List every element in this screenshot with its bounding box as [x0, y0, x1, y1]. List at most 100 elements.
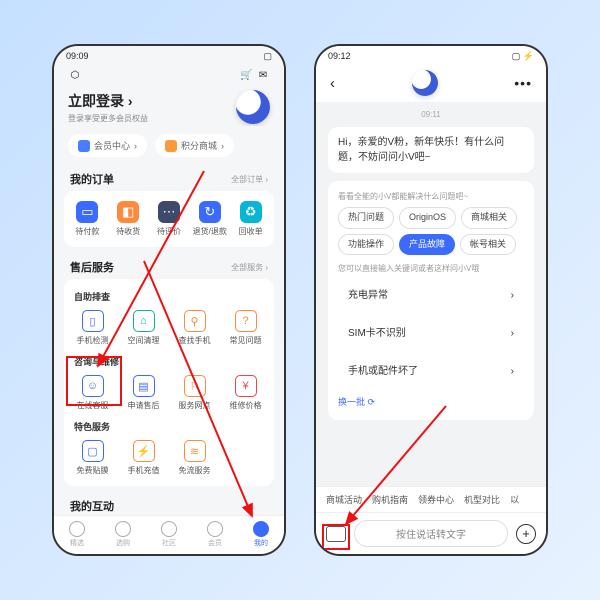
- back-icon[interactable]: ‹: [330, 75, 335, 92]
- diamond-icon: [78, 140, 90, 152]
- clean-icon: ⌂: [133, 310, 155, 332]
- price-icon: ¥: [235, 375, 257, 397]
- plus-icon[interactable]: +: [516, 524, 536, 544]
- heart-icon: [69, 521, 85, 537]
- more-icon[interactable]: •••: [514, 75, 532, 91]
- quick-sim[interactable]: SIM卡不识别›: [338, 317, 524, 350]
- topics-hint: 看看全能的小V都能解决什么问题吧~: [338, 191, 524, 203]
- order-refund[interactable]: ↻退货/退款: [190, 199, 229, 239]
- order-recycle[interactable]: ♻回收单: [231, 199, 270, 239]
- status-time: 09:09: [66, 51, 89, 62]
- login-text: 立即登录 › 登录享受更多会员权益: [68, 91, 148, 124]
- tab-bar: 精选 选购 社区 会员 我的: [54, 515, 284, 554]
- bag-icon: [115, 521, 131, 537]
- free-data[interactable]: ≋免流服务: [170, 438, 219, 478]
- login-row[interactable]: 立即登录 › 登录享受更多会员权益: [54, 88, 284, 126]
- phone-left: 09:09 ▢ ⬡ 🛒 ✉ 立即登录 › 登录享受更多会员权益 会员中心 › 积…: [52, 44, 286, 556]
- pill-points-mall[interactable]: 积分商城 ›: [155, 134, 234, 157]
- refresh-link[interactable]: 换一批 ⟳: [338, 394, 524, 412]
- quick-hint: 您可以直接输入关键词或者这样问小V哦: [338, 263, 524, 275]
- status-battery: ▢: [263, 51, 272, 62]
- hchip-coupon[interactable]: 领券中心: [418, 493, 454, 506]
- phone-detect[interactable]: ▯手机检测: [68, 308, 117, 348]
- tab-featured[interactable]: 精选: [69, 521, 85, 548]
- hchip-activity[interactable]: 商城活动: [326, 493, 362, 506]
- message-icon[interactable]: ✉: [256, 68, 270, 82]
- header: ⬡ 🛒 ✉: [54, 64, 284, 88]
- chip-hot[interactable]: 热门问题: [338, 207, 394, 229]
- tab-community[interactable]: 社区: [161, 521, 177, 548]
- service-title: 售后服务: [70, 259, 114, 275]
- hchip-guide[interactable]: 购机指南: [372, 493, 408, 506]
- online-service[interactable]: ☺在线客服: [68, 373, 117, 413]
- wallet-icon: ▭: [76, 201, 98, 223]
- hchip-more[interactable]: 以: [510, 493, 519, 506]
- faq[interactable]: ?常见问题: [221, 308, 270, 348]
- quick-broken[interactable]: 手机或配件坏了›: [338, 355, 524, 388]
- cart-icon[interactable]: 🛒: [239, 68, 253, 82]
- order-pending-pay[interactable]: ▭待付款: [68, 199, 107, 239]
- tab-shop[interactable]: 选购: [115, 521, 131, 548]
- settings-icon[interactable]: ⬡: [68, 68, 82, 82]
- chip-originos[interactable]: OriginOS: [399, 207, 456, 229]
- find-phone[interactable]: ⚲查找手机: [170, 308, 219, 348]
- interact-header: 我的互动: [64, 492, 274, 515]
- voice-input[interactable]: 按住说话转文字: [354, 520, 508, 547]
- recharge-icon: ⚡: [133, 440, 155, 462]
- input-row: 按住说话转文字 +: [316, 512, 546, 554]
- order-pending-review[interactable]: ⋯待评价: [150, 199, 189, 239]
- interact-title: 我的互动: [70, 498, 114, 514]
- chevron-right-icon: ›: [511, 364, 514, 379]
- chip-mall[interactable]: 商城相关: [461, 207, 517, 229]
- topics-bubble: 看看全能的小V都能解决什么问题吧~ 热门问题 OriginOS 商城相关 功能操…: [328, 181, 534, 420]
- service-more[interactable]: 全部服务 ›: [231, 262, 268, 273]
- chevron-right-icon: ›: [511, 288, 514, 303]
- repair-price[interactable]: ¥维修价格: [221, 373, 270, 413]
- quick-pills: 会员中心 › 积分商城 ›: [54, 126, 284, 165]
- avatar[interactable]: [236, 90, 270, 124]
- self-check-title: 自助排查: [68, 287, 270, 308]
- main-scroll[interactable]: 我的订单 全部订单 › ▭待付款 ◧待收货 ⋯待评价 ↻退货/退款 ♻回收单 售…: [54, 165, 284, 515]
- chat-icon: ⋯: [158, 201, 180, 223]
- community-icon: [161, 521, 177, 537]
- self-check-grid: ▯手机检测 ⌂空间清理 ⚲查找手机 ?常见问题: [68, 308, 270, 348]
- tab-mine[interactable]: 我的: [253, 521, 269, 548]
- topic-chips: 热门问题 OriginOS 商城相关 功能操作 产品故障 帐号相关: [338, 207, 524, 255]
- free-film[interactable]: ▢免费贴膜: [68, 438, 117, 478]
- phone-recharge[interactable]: ⚡手机充值: [119, 438, 168, 478]
- quick-charge[interactable]: 充电异常›: [338, 279, 524, 312]
- chip-function[interactable]: 功能操作: [338, 234, 394, 256]
- status-bar: 09:09 ▢: [54, 46, 284, 64]
- film-icon: ▢: [82, 440, 104, 462]
- phone-right: 09:12 ▢ ⚡ ‹ ••• 09:11 Hi，亲爱的V粉，新年快乐！有什么问…: [314, 44, 548, 556]
- chat-area[interactable]: 09:11 Hi，亲爱的V粉，新年快乐！有什么问题，不妨问问小V吧~ 看看全能的…: [316, 102, 546, 486]
- chip-product-fault[interactable]: 产品故障: [399, 234, 455, 256]
- location-icon: ⚐: [184, 375, 206, 397]
- orders-more[interactable]: 全部订单 ›: [231, 174, 268, 185]
- bot-avatar[interactable]: [412, 70, 438, 96]
- service-header: 售后服务 全部服务 ›: [64, 253, 274, 279]
- suggestion-row[interactable]: 商城活动 购机指南 领券中心 机型对比 以: [316, 486, 546, 512]
- consult-grid: ☺在线客服 ▤申请售后 ⚐服务网点 ¥维修价格: [68, 373, 270, 413]
- apply-aftersale[interactable]: ▤申请售后: [119, 373, 168, 413]
- tab-member[interactable]: 会员: [207, 521, 223, 548]
- question-icon: ?: [235, 310, 257, 332]
- chevron-right-icon: ›: [511, 326, 514, 341]
- phone-icon: ▯: [82, 310, 104, 332]
- coin-icon: [165, 140, 177, 152]
- person-icon: [253, 521, 269, 537]
- service-point[interactable]: ⚐服务网点: [170, 373, 219, 413]
- headset-icon: ☺: [82, 375, 104, 397]
- consult-title: 咨询与维修: [68, 352, 270, 373]
- pill-member-center[interactable]: 会员中心 ›: [68, 134, 147, 157]
- hchip-compare[interactable]: 机型对比: [464, 493, 500, 506]
- special-title: 特色服务: [68, 417, 270, 438]
- keyboard-icon[interactable]: [326, 526, 346, 542]
- orders-title: 我的订单: [70, 171, 114, 187]
- order-pending-receive[interactable]: ◧待收货: [109, 199, 148, 239]
- login-title: 立即登录: [68, 93, 124, 109]
- chip-account[interactable]: 帐号相关: [460, 234, 516, 256]
- status-battery: ▢ ⚡: [512, 51, 534, 62]
- space-clean[interactable]: ⌂空间清理: [119, 308, 168, 348]
- quick-list: 充电异常› SIM卡不识别› 手机或配件坏了›: [338, 279, 524, 388]
